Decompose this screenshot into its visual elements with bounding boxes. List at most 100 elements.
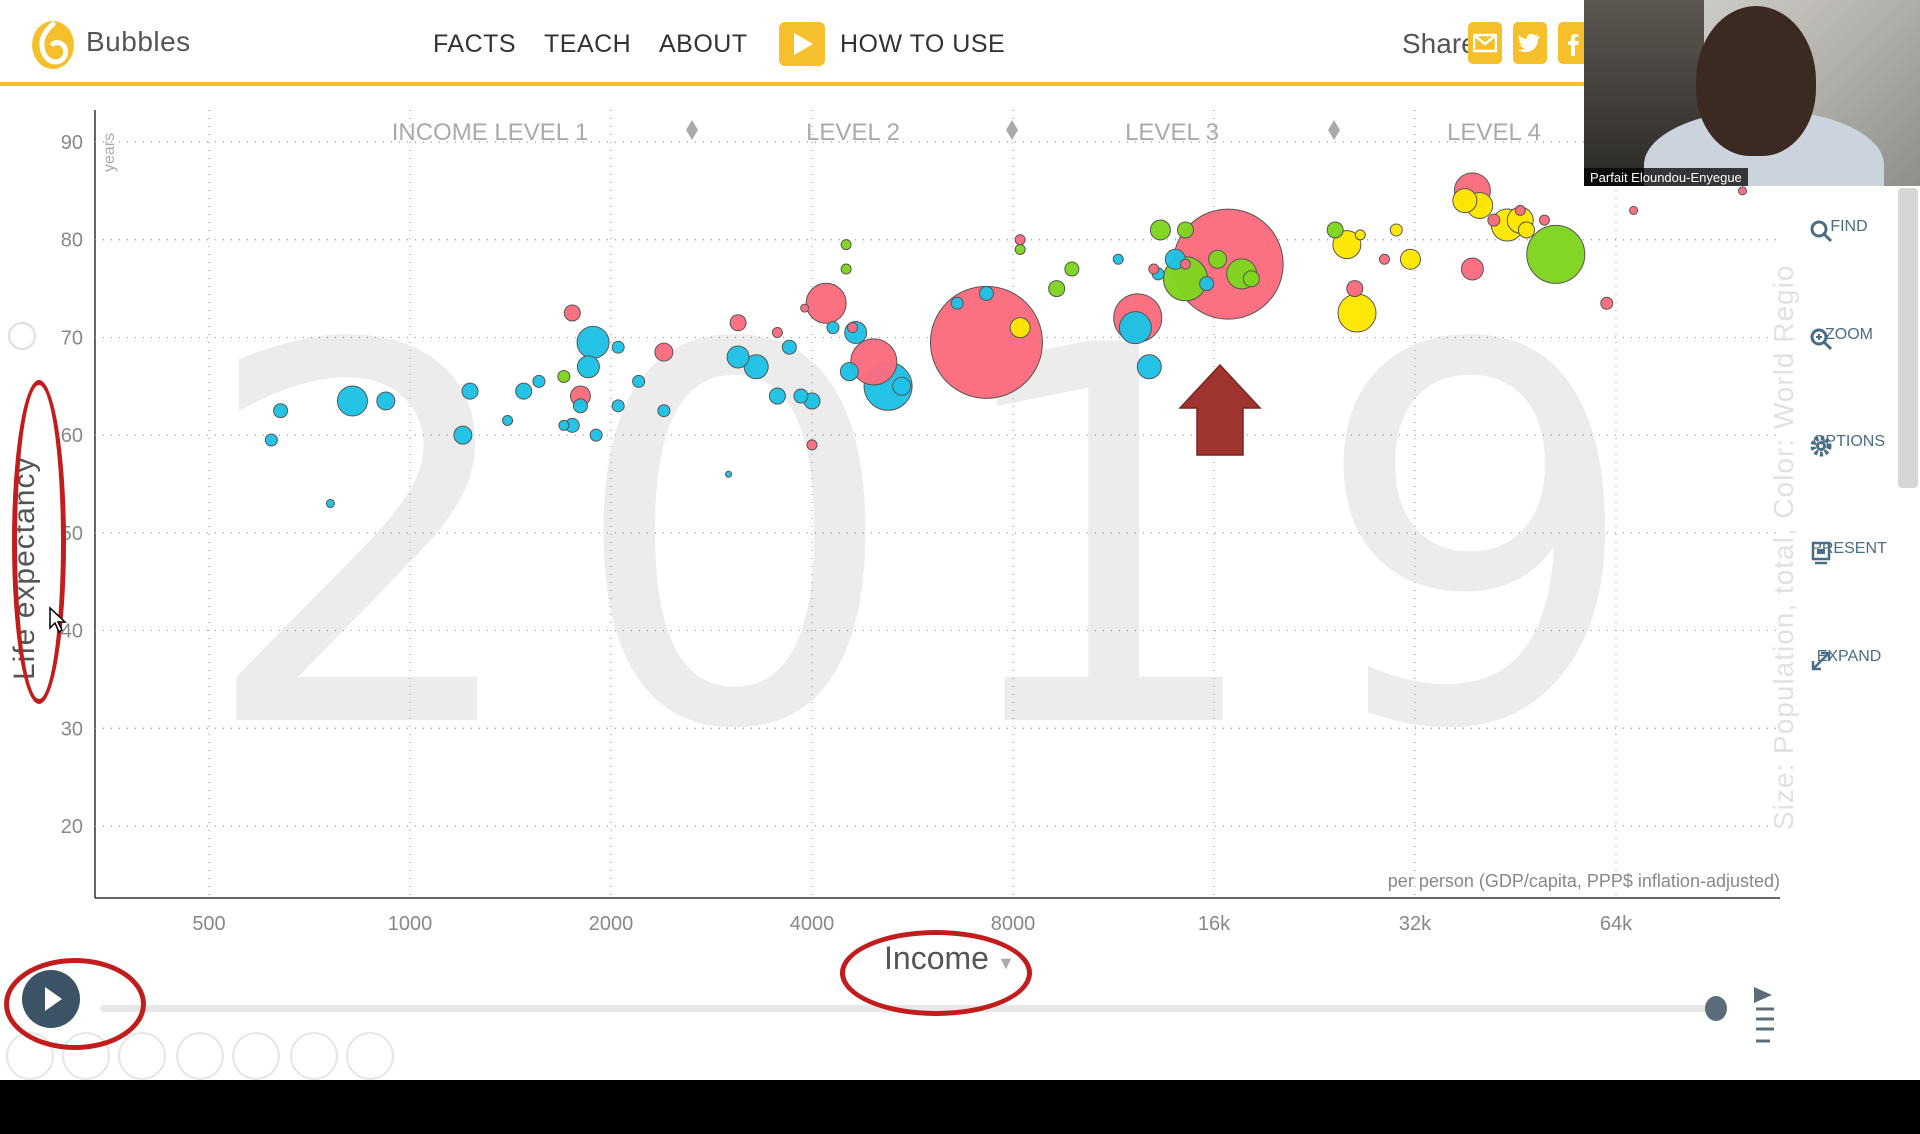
expand-button[interactable]: EXPAND	[1808, 648, 1890, 671]
country-bubble[interactable]	[1009, 317, 1031, 339]
country-bubble[interactable]	[826, 321, 840, 335]
country-bubble[interactable]	[1738, 186, 1748, 196]
country-bubble[interactable]	[1199, 276, 1215, 292]
country-bubble[interactable]	[725, 470, 733, 478]
country-bubble[interactable]	[847, 322, 859, 334]
nav-teach[interactable]: TEACH	[544, 30, 631, 59]
size-color-label[interactable]: Size: Population, total, Color: World Re…	[1768, 190, 1800, 830]
country-bubble[interactable]	[729, 314, 747, 332]
country-bubble[interactable]	[800, 303, 810, 313]
country-bubble[interactable]	[1048, 280, 1066, 298]
country-bubble[interactable]	[726, 345, 750, 369]
country-bubble[interactable]	[325, 499, 335, 509]
country-bubble[interactable]	[771, 327, 783, 339]
country-bubble[interactable]	[654, 342, 674, 362]
nav-facts[interactable]: FACTS	[433, 30, 516, 59]
options-button[interactable]: OPTIONS	[1808, 433, 1890, 457]
country-bubble[interactable]	[532, 374, 546, 388]
find-button[interactable]: FIND	[1808, 218, 1890, 243]
country-bubble[interactable]	[1118, 311, 1152, 345]
country-bubble[interactable]	[273, 403, 289, 419]
country-bubble[interactable]	[1148, 263, 1160, 275]
country-bubble[interactable]	[840, 239, 852, 251]
country-bubble[interactable]	[793, 388, 809, 404]
country-bubble[interactable]	[576, 325, 610, 359]
country-bubble[interactable]	[1538, 214, 1550, 226]
tool-more-icon[interactable]	[346, 1032, 394, 1080]
country-bubble[interactable]	[805, 282, 847, 324]
country-bubble[interactable]	[572, 398, 588, 414]
speed-control-icon[interactable]	[1752, 985, 1778, 1047]
country-bubble[interactable]	[806, 439, 818, 451]
brand-name[interactable]: Bubbles	[86, 26, 191, 58]
country-bubble[interactable]	[1326, 221, 1344, 239]
country-bubble[interactable]	[1064, 261, 1080, 277]
country-bubble[interactable]	[1179, 258, 1191, 270]
tool-copy-icon[interactable]	[176, 1032, 224, 1080]
country-bubble[interactable]	[1399, 248, 1421, 270]
country-bubble[interactable]	[850, 338, 898, 386]
country-bubble[interactable]	[978, 285, 994, 301]
country-bubble[interactable]	[1460, 257, 1484, 281]
country-bubble[interactable]	[929, 285, 1043, 399]
country-bubble[interactable]	[1136, 354, 1162, 380]
country-bubble[interactable]	[1208, 249, 1228, 269]
country-bubble[interactable]	[1176, 221, 1194, 239]
tool-search-icon[interactable]	[232, 1032, 280, 1080]
share-email-button[interactable]	[1468, 22, 1502, 64]
country-bubble[interactable]	[515, 382, 533, 400]
country-bubble[interactable]	[453, 425, 473, 445]
nav-about[interactable]: ABOUT	[659, 30, 748, 59]
y-unit-label: years	[101, 133, 118, 172]
play-video-icon[interactable]	[779, 22, 825, 66]
gapminder-logo-icon[interactable]	[30, 14, 76, 72]
country-bubble[interactable]	[1354, 229, 1366, 241]
expand-icon	[1811, 651, 1831, 671]
country-bubble[interactable]	[1526, 224, 1586, 284]
present-button[interactable]: PRESENT	[1808, 540, 1890, 565]
country-bubble[interactable]	[557, 370, 571, 384]
country-bubble[interactable]	[632, 374, 646, 388]
history-icon[interactable]	[8, 322, 36, 350]
country-bubble[interactable]	[781, 339, 797, 355]
share-twitter-button[interactable]	[1513, 22, 1547, 64]
country-bubble[interactable]	[336, 385, 368, 417]
country-bubble[interactable]	[1389, 223, 1403, 237]
country-bubble[interactable]	[558, 419, 570, 431]
country-bubble[interactable]	[563, 304, 581, 322]
country-bubble[interactable]	[1517, 221, 1535, 239]
timeslider-handle[interactable]	[1705, 996, 1727, 1021]
country-bubble[interactable]	[1337, 293, 1377, 333]
country-bubble[interactable]	[950, 296, 964, 310]
country-bubble[interactable]	[1600, 296, 1614, 310]
country-bubble[interactable]	[839, 362, 859, 382]
country-bubble[interactable]	[576, 355, 600, 379]
tool-list-icon[interactable]	[290, 1032, 338, 1080]
zoom-button[interactable]: ZOOM	[1808, 326, 1890, 351]
country-bubble[interactable]	[840, 263, 852, 275]
country-bubble[interactable]	[1346, 280, 1364, 298]
country-bubble[interactable]	[461, 382, 479, 400]
country-bubble[interactable]	[1014, 234, 1026, 246]
country-bubble[interactable]	[611, 340, 625, 354]
country-bubble[interactable]	[589, 428, 603, 442]
tool-pen-icon[interactable]	[118, 1032, 166, 1080]
country-bubble[interactable]	[1629, 205, 1639, 215]
country-bubble[interactable]	[892, 376, 912, 396]
country-bubble[interactable]	[1149, 219, 1171, 241]
country-bubble[interactable]	[502, 414, 514, 426]
nav-how-to-use[interactable]: HOW TO USE	[840, 30, 1005, 59]
country-bubble[interactable]	[376, 391, 396, 411]
country-bubble[interactable]	[1242, 270, 1260, 288]
country-bubble[interactable]	[611, 399, 625, 413]
country-bubble[interactable]	[657, 404, 671, 418]
country-bubble[interactable]	[1487, 213, 1501, 227]
country-bubble[interactable]	[1514, 204, 1526, 216]
country-bubble[interactable]	[1014, 243, 1026, 255]
country-bubble[interactable]	[1378, 253, 1390, 265]
country-bubble[interactable]	[768, 387, 786, 405]
country-bubble[interactable]	[1112, 253, 1124, 265]
scrollbar[interactable]	[1898, 188, 1918, 488]
country-bubble[interactable]	[264, 433, 278, 447]
country-bubble[interactable]	[1452, 188, 1478, 214]
